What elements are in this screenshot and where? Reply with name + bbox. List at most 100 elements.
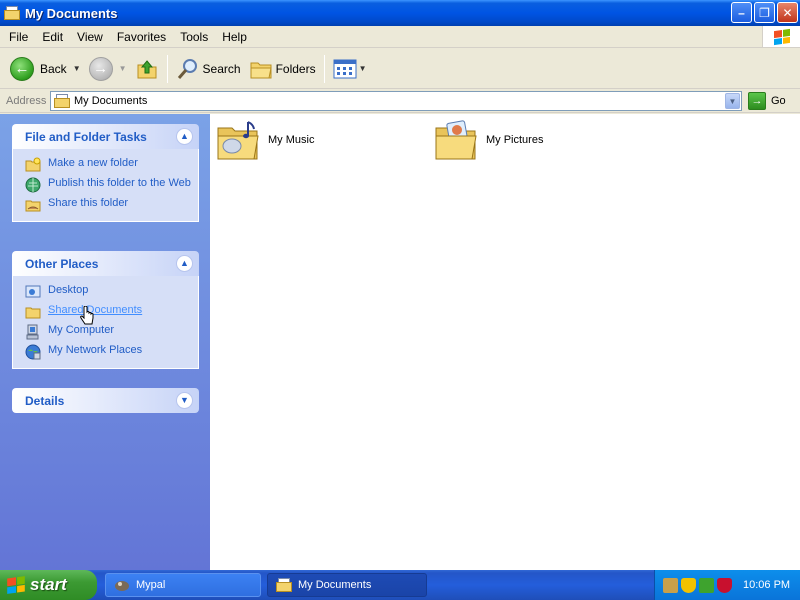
other-places-header[interactable]: Other Places ▲ (12, 251, 199, 276)
views-dropdown-icon: ▼ (358, 64, 367, 73)
address-dropdown-icon[interactable]: ▼ (725, 93, 740, 109)
hand-cursor-icon (80, 306, 94, 325)
my-documents-icon (54, 94, 70, 108)
other-places-panel: Other Places ▲ Desktop Shared Documents … (12, 251, 199, 369)
panel-title: Details (25, 393, 65, 408)
file-folder-tasks-header[interactable]: File and Folder Tasks ▲ (12, 124, 199, 149)
forward-button[interactable]: → ▼ (85, 52, 131, 86)
place-label: Desktop (48, 284, 89, 296)
title-bar[interactable]: My Documents – ❐ ✕ (0, 0, 800, 26)
details-panel: Details ▼ (12, 388, 199, 413)
place-my-computer[interactable]: My Computer (25, 324, 198, 340)
menu-help[interactable]: Help (215, 28, 254, 46)
taskbar-button-my-documents[interactable]: My Documents (267, 573, 427, 597)
go-button[interactable]: → Go (748, 92, 786, 110)
task-make-new-folder[interactable]: Make a new folder (25, 157, 198, 173)
search-button[interactable]: Search (172, 52, 245, 86)
place-label: Shared Documents (48, 304, 143, 316)
address-label: Address (6, 95, 47, 107)
taskbar-label: Mypal (136, 579, 166, 591)
collapse-chevron-icon[interactable]: ▲ (176, 128, 193, 145)
go-label: Go (771, 95, 786, 107)
folder-label: My Music (268, 134, 315, 146)
views-icon (333, 59, 357, 78)
expand-chevron-icon[interactable]: ▼ (176, 392, 193, 409)
other-places-body: Desktop Shared Documents My Computer My … (12, 276, 199, 369)
panel-title: Other Places (25, 256, 99, 271)
file-folder-tasks-panel: File and Folder Tasks ▲ Make a new folde… (12, 124, 199, 222)
window-controls: – ❐ ✕ (731, 2, 798, 23)
taskbar-button-mypal[interactable]: Mypal (105, 573, 261, 597)
windows-logo-icon (762, 26, 800, 47)
taskbar-label: My Documents (298, 579, 372, 591)
network-places-icon (25, 344, 41, 360)
start-button[interactable]: start (0, 570, 97, 600)
address-bar: Address My Documents ▼ → Go (0, 90, 800, 113)
tray-security-shield-icon[interactable] (681, 577, 696, 593)
music-folder-icon (217, 121, 259, 160)
tray-update-icon[interactable] (699, 577, 714, 593)
folder-icon (25, 307, 41, 319)
task-publish-folder[interactable]: Publish this folder to the Web (25, 177, 198, 193)
publish-web-icon (25, 177, 41, 193)
up-folder-icon (137, 59, 157, 78)
back-button[interactable]: ← Back ▼ (6, 52, 85, 86)
folder-my-pictures[interactable]: My Pictures (434, 118, 543, 162)
mypal-icon (115, 581, 129, 591)
place-my-network-places[interactable]: My Network Places (25, 344, 198, 360)
collapse-chevron-icon[interactable]: ▲ (176, 255, 193, 272)
folder-my-music[interactable]: My Music (216, 118, 314, 162)
menu-edit[interactable]: Edit (35, 28, 70, 46)
window-title: My Documents (25, 5, 118, 21)
details-header[interactable]: Details ▼ (12, 388, 199, 413)
task-label: Share this folder (48, 197, 129, 209)
panel-title: File and Folder Tasks (25, 129, 147, 144)
place-label: My Network Places (48, 344, 143, 356)
forward-arrow-icon: → (88, 56, 113, 81)
place-desktop[interactable]: Desktop (25, 284, 198, 300)
menu-favorites[interactable]: Favorites (110, 28, 173, 46)
maximize-button[interactable]: ❐ (754, 2, 775, 23)
minimize-button[interactable]: – (731, 2, 752, 23)
taskbar: start Mypal My Documents 10:06 PM (0, 570, 800, 600)
my-documents-icon (276, 578, 292, 592)
pictures-folder-icon (435, 120, 477, 160)
close-button[interactable]: ✕ (777, 2, 798, 23)
task-pane: File and Folder Tasks ▲ Make a new folde… (0, 114, 210, 570)
back-label: Back (40, 61, 67, 76)
start-label: start (30, 575, 67, 594)
go-arrow-icon: → (748, 92, 766, 110)
folders-button[interactable]: Folders (245, 52, 320, 86)
views-button[interactable]: ▼ (329, 52, 371, 86)
menu-view[interactable]: View (70, 28, 110, 46)
my-computer-icon (26, 324, 39, 340)
tray-network-icon[interactable] (663, 577, 678, 593)
toolbar-separator (166, 54, 168, 83)
windows-logo-icon (7, 576, 25, 594)
search-label: Search (202, 61, 241, 76)
folder-label: My Pictures (486, 134, 544, 146)
back-arrow-icon: ← (10, 56, 34, 81)
clock: 10:06 PM (743, 579, 791, 591)
address-input[interactable]: My Documents ▼ (50, 91, 742, 111)
task-label: Publish this folder to the Web (48, 177, 191, 189)
my-documents-icon (4, 6, 20, 20)
folders-icon (250, 62, 272, 78)
folders-label: Folders (275, 61, 316, 76)
desktop-icon (25, 285, 41, 298)
place-shared-documents[interactable]: Shared Documents (25, 304, 198, 320)
up-folder-button[interactable] (131, 52, 163, 86)
menu-bar: File Edit View Favorites Tools Help (0, 26, 800, 48)
tray-antivirus-icon[interactable] (717, 577, 732, 593)
search-icon (177, 58, 197, 79)
toolbar: ← Back ▼ → ▼ Search Folders ▼ (0, 49, 800, 89)
menu-file[interactable]: File (2, 28, 35, 46)
forward-dropdown-icon[interactable]: ▼ (119, 64, 127, 73)
menu-tools[interactable]: Tools (173, 28, 215, 46)
task-label: Make a new folder (48, 157, 138, 169)
share-folder-icon (25, 200, 41, 212)
task-share-folder[interactable]: Share this folder (25, 197, 198, 213)
folder-content-view: My Music My Pictures (210, 114, 800, 570)
file-folder-tasks-body: Make a new folder Publish this folder to… (12, 149, 199, 222)
back-dropdown-icon[interactable]: ▼ (73, 64, 81, 73)
